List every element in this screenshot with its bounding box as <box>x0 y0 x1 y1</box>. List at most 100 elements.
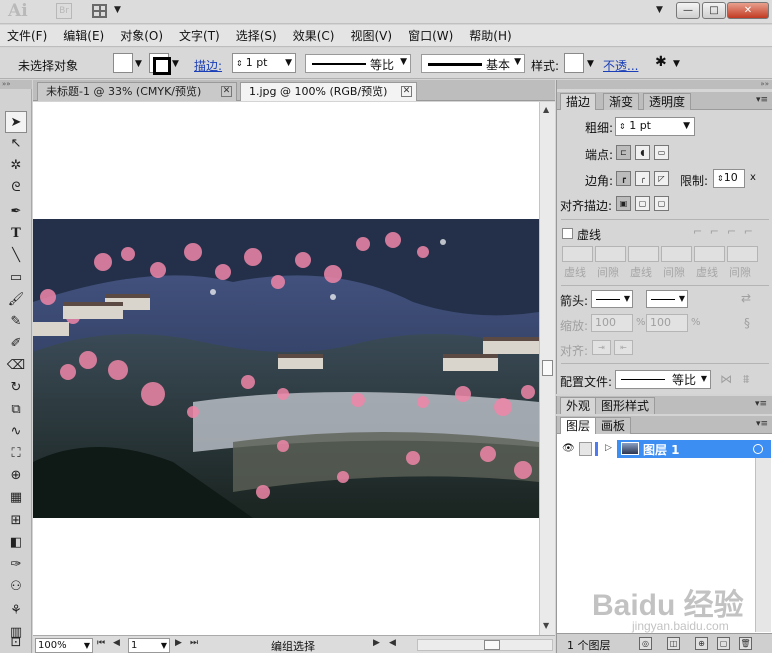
artboard-tool-icon[interactable]: ⊡ <box>5 636 27 652</box>
maximize-button[interactable]: □ <box>702 2 726 19</box>
close-button[interactable]: ✕ <box>727 2 769 19</box>
workspace-chevron-down-icon[interactable]: ▼ <box>656 5 663 15</box>
dashed-line-checkbox[interactable] <box>562 228 573 239</box>
scroll-thumb[interactable] <box>542 360 553 376</box>
dash-preserve-icon[interactable]: ⌐ ⌐ <box>693 225 721 238</box>
eraser-tool-icon[interactable]: ⌫ <box>5 355 27 377</box>
panel-menu-icon[interactable]: ▾≡ <box>755 399 767 409</box>
gap-input-3[interactable] <box>727 246 758 262</box>
stroke-swatch[interactable] <box>149 53 171 75</box>
gap-input-2[interactable] <box>661 246 692 262</box>
projecting-cap-icon[interactable]: ▭ <box>654 145 669 160</box>
stroke-chevron-icon[interactable]: ▼ <box>172 59 179 69</box>
menu-select[interactable]: 选择(S) <box>236 27 277 44</box>
blend-tool-icon[interactable]: ⚇ <box>5 576 27 598</box>
stepper-icon[interactable]: ⇕ <box>236 59 243 68</box>
tab-layers[interactable]: 图层 <box>560 417 597 434</box>
menu-edit[interactable]: 编辑(E) <box>63 27 104 44</box>
status-menu-icon[interactable]: ▶ <box>373 638 380 648</box>
wand-chevron-icon[interactable]: ▼ <box>673 59 680 69</box>
tab-artboards[interactable]: 画板 <box>595 417 632 434</box>
pencil-tool-icon[interactable]: ✎ <box>5 311 27 333</box>
link-scale-icon[interactable]: § <box>744 316 750 330</box>
perspective-grid-tool-icon[interactable]: ▦ <box>5 487 27 509</box>
dash-align-icon[interactable]: ⌐ ⌐ <box>727 225 755 238</box>
scroll-down-icon[interactable]: ▼ <box>543 621 549 630</box>
line-tool-icon[interactable]: ╲ <box>5 245 27 267</box>
close-icon[interactable]: ✕ <box>221 86 232 97</box>
type-tool-icon[interactable]: T <box>5 223 27 245</box>
tools-grip[interactable]: »» <box>0 80 32 89</box>
tab-untitled-1[interactable]: 未标题-1 @ 33% (CMYK/预览) ✕ <box>37 82 237 101</box>
opacity-link[interactable]: 不透... <box>603 57 638 74</box>
rotate-tool-icon[interactable]: ↻ <box>5 377 27 399</box>
arrange-documents-icon[interactable] <box>92 4 107 18</box>
lock-toggle[interactable] <box>579 442 592 456</box>
delete-layer-icon[interactable]: 🗑 <box>739 637 752 650</box>
panel-menu-icon[interactable]: ▾≡ <box>756 95 768 105</box>
bridge-icon[interactable]: Br <box>56 3 72 19</box>
selection-tool-icon[interactable]: ➤ <box>5 111 27 133</box>
stepper-icon[interactable]: ⇕ <box>619 122 626 131</box>
lasso-tool-icon[interactable]: ᘓ <box>5 177 27 199</box>
butt-cap-icon[interactable]: ⊏ <box>616 145 631 160</box>
eye-icon[interactable]: 👁 <box>562 443 575 454</box>
scroll-up-icon[interactable]: ▲ <box>543 105 549 114</box>
layer-row[interactable]: 👁 ▷ 图层 1 <box>559 440 771 458</box>
menu-effect[interactable]: 效果(C) <box>293 27 335 44</box>
tab-transparency[interactable]: 透明度 <box>643 93 692 110</box>
locate-object-icon[interactable]: ◎ <box>639 637 652 650</box>
target-circle-icon[interactable] <box>753 444 763 454</box>
arrow-tip-at-end-icon[interactable]: ⇤ <box>614 340 633 355</box>
scroll-left-icon[interactable]: ◀ <box>389 638 396 648</box>
flip-across-icon[interactable]: ⩩ <box>743 372 749 387</box>
free-transform-tool-icon[interactable]: ⛶ <box>5 443 27 465</box>
stroke-weight-dropdown[interactable]: ⇕ 1 pt ▼ <box>232 53 296 73</box>
panel-grip[interactable]: »» <box>557 80 772 89</box>
layer-selected-row[interactable]: 图层 1 <box>617 440 771 458</box>
close-icon[interactable]: ✕ <box>401 86 412 97</box>
dash-input-2[interactable] <box>628 246 659 262</box>
align-center-icon[interactable]: ▣ <box>616 196 631 211</box>
round-cap-icon[interactable]: ◖ <box>635 145 650 160</box>
new-sublayer-icon[interactable]: ⊕ <box>695 637 708 650</box>
arrow-tip-beyond-icon[interactable]: ⇥ <box>592 340 611 355</box>
canvas-vertical-scrollbar[interactable]: ▲ ▼ <box>539 102 555 635</box>
menu-window[interactable]: 窗口(W) <box>408 27 453 44</box>
zoom-dropdown[interactable]: 100% ▼ <box>35 638 93 653</box>
wand-icon[interactable]: ✱ <box>655 54 667 70</box>
new-layer-icon[interactable]: ▢ <box>717 637 730 650</box>
magic-wand-tool-icon[interactable]: ✲ <box>5 155 27 177</box>
tab-graphic-styles[interactable]: 图形样式 <box>595 397 656 414</box>
menu-help[interactable]: 帮助(H) <box>469 27 511 44</box>
symbol-sprayer-tool-icon[interactable]: ⚘ <box>5 600 27 622</box>
fill-swatch[interactable] <box>113 53 133 73</box>
eyedropper-tool-icon[interactable]: ✑ <box>5 554 27 576</box>
align-outside-icon[interactable]: ▢ <box>654 196 669 211</box>
variable-width-profile-dropdown[interactable]: 等比 ▼ <box>305 54 411 73</box>
swap-arrowheads-icon[interactable]: ⇄ <box>741 291 751 305</box>
placed-photo[interactable] <box>33 102 539 635</box>
menu-view[interactable]: 视图(V) <box>350 27 392 44</box>
dash-input-1[interactable] <box>562 246 593 262</box>
previous-artboard-icon[interactable]: ◀ <box>113 638 120 648</box>
stroke-link[interactable]: 描边: <box>194 57 222 74</box>
first-artboard-icon[interactable]: ⏮ <box>97 638 105 648</box>
fill-chevron-icon[interactable]: ▼ <box>135 59 142 69</box>
shape-builder-tool-icon[interactable]: ⊕ <box>5 465 27 487</box>
flip-along-icon[interactable]: ⋈ <box>720 372 732 386</box>
mesh-tool-icon[interactable]: ⊞ <box>5 510 27 532</box>
dash-input-3[interactable] <box>694 246 725 262</box>
gradient-tool-icon[interactable]: ◧ <box>5 532 27 554</box>
menu-type[interactable]: 文字(T) <box>179 27 220 44</box>
round-join-icon[interactable]: ╭ <box>635 171 650 186</box>
last-artboard-icon[interactable]: ⏭ <box>190 638 198 648</box>
tab-1-jpg[interactable]: 1.jpg @ 100% (RGB/预览) ✕ <box>240 82 417 101</box>
miter-limit-input[interactable]: ⇕10 <box>713 169 745 188</box>
tab-gradient[interactable]: 渐变 <box>603 93 640 110</box>
artboard-number-dropdown[interactable]: 1 ▼ <box>128 638 170 653</box>
style-chevron-icon[interactable]: ▼ <box>587 59 594 69</box>
start-scale-input[interactable]: 100 <box>591 314 633 332</box>
tab-appearance[interactable]: 外观 <box>560 397 597 414</box>
stepper-icon[interactable]: ⇕ <box>717 174 724 183</box>
